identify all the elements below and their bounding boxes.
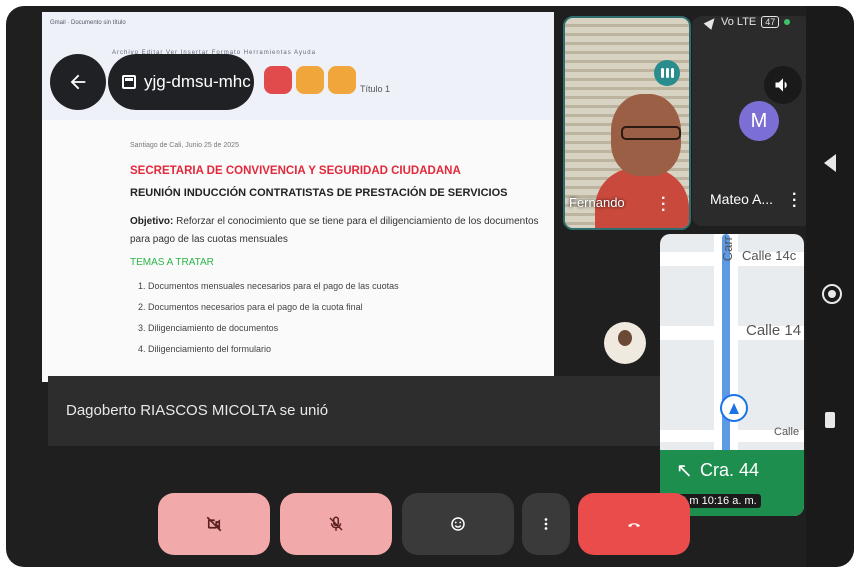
navigation-arrow-icon (720, 394, 748, 422)
back-nav-icon[interactable] (824, 154, 836, 172)
camera-off-icon (206, 516, 222, 532)
doc-body: Santiago de Cali, Junio 25 de 2025 SECRE… (130, 142, 540, 360)
emoji-icon (451, 517, 465, 531)
phone-hangup-icon (628, 523, 640, 527)
doc-style-title: Título 1 (360, 84, 391, 94)
doc-objective: Objetivo: Reforzar el conocimiento que s… (130, 213, 540, 249)
more-options-icon[interactable]: · · · (792, 187, 797, 215)
objective-label: Objetivo: (130, 216, 174, 227)
avatar: M (739, 101, 779, 141)
more-vertical-icon (544, 518, 548, 530)
record-icon (264, 66, 292, 94)
street-label: Calle (774, 426, 800, 438)
camera-indicator-icon (784, 19, 791, 25)
objective-text: Reforzar el conocimiento que se tiene pa… (130, 216, 539, 245)
list-item: 4. Diligenciamiento del formulario (138, 344, 272, 354)
participant-tile-mateo[interactable]: M Mateo A... · · · (692, 16, 812, 226)
participant-avatar[interactable] (604, 322, 646, 364)
doc-heading: SECRETARIA DE CONVIVENCIA Y SEGURIDAD CI… (130, 165, 461, 177)
street-label: Calle 14 (746, 322, 802, 339)
list-item: 3. Diligenciamiento de documentos (138, 323, 279, 333)
doc-date: Santiago de Cali, Junio 25 de 2025 (130, 142, 239, 149)
meeting-code-chip[interactable]: yjg-dmsu-mhc (108, 54, 254, 110)
arrow-left-icon (70, 74, 86, 90)
participant-tile-fernando[interactable]: Fernando · · · (563, 16, 691, 230)
notification-text: Dagoberto RIASCOS MICOLTA se unió (66, 402, 329, 419)
doc-app-icon (296, 66, 324, 94)
list-item: 1. Documentos mensuales necesarios para … (138, 281, 399, 291)
volume-icon (775, 78, 787, 92)
speaker-button[interactable] (764, 66, 802, 104)
street-label: Calle 14c (742, 248, 797, 263)
participant-name: Mateo A... (710, 191, 774, 207)
speaking-indicator-icon (654, 60, 680, 86)
back-button[interactable] (50, 54, 106, 110)
reactions-button[interactable] (402, 493, 514, 555)
meeting-code: yjg-dmsu-mhc (144, 72, 251, 91)
calendar-icon (122, 75, 136, 89)
home-nav-icon[interactable] (822, 284, 842, 304)
doc-app-icon-2 (328, 66, 356, 94)
signal-text: Vo LTE (721, 16, 757, 28)
list-item: 2. Documentos necesarios para el pago de… (138, 302, 363, 312)
battery-level: 47 (761, 16, 780, 28)
join-notification: Dagoberto RIASCOS MICOLTA se unió (48, 376, 660, 446)
system-nav-bar (806, 6, 854, 567)
next-street: Cra. 44 (700, 460, 760, 480)
street-label-vertical: Carr (720, 236, 735, 262)
phone-screen: Gmail · Documento sin título Archivo Edi… (6, 6, 854, 567)
status-bar: Vo LTE 47 (703, 14, 791, 30)
mic-off-icon (329, 516, 343, 531)
location-icon (703, 14, 719, 30)
more-options-icon[interactable]: · · · (661, 191, 666, 219)
more-options-button[interactable] (522, 493, 570, 555)
topics-heading: TEMAS A TRATAR (130, 257, 214, 268)
doc-subheading: REUNIÓN INDUCCIÓN CONTRATISTAS DE PRESTA… (130, 187, 508, 199)
browser-tabs: Gmail · Documento sin título (50, 20, 126, 26)
end-call-button[interactable] (578, 493, 690, 555)
topics-list: 1. Documentos mensuales necesarios para … (130, 276, 540, 360)
camera-toggle-button[interactable] (158, 493, 270, 555)
glasses-icon (621, 126, 681, 140)
mic-toggle-button[interactable] (280, 493, 392, 555)
participant-name: Fernando (569, 195, 625, 210)
recents-nav-icon[interactable] (825, 412, 835, 428)
turn-left-icon: ↖ (676, 460, 693, 482)
